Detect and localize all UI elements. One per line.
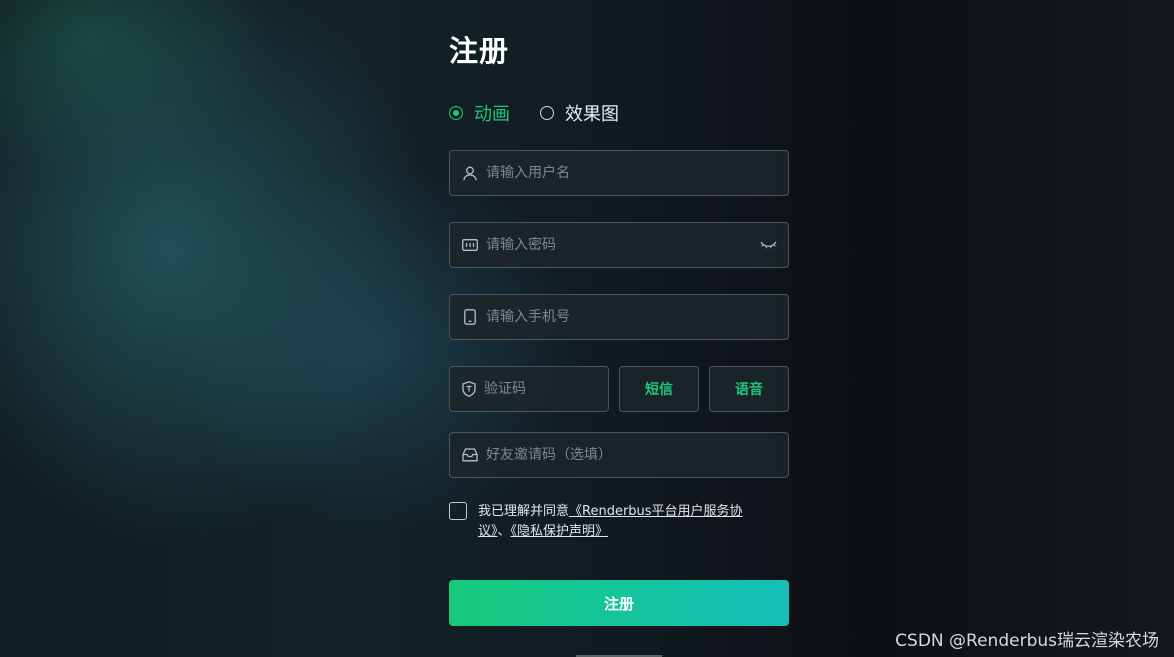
- username-field[interactable]: [449, 150, 789, 196]
- sms-code-button[interactable]: 短信: [619, 366, 699, 412]
- phone-icon: [462, 309, 478, 325]
- agreement-prefix: 我已理解并同意: [478, 504, 570, 519]
- agreement-separator: 、: [497, 524, 511, 539]
- phone-field[interactable]: [449, 294, 789, 340]
- password-field[interactable]: [449, 222, 789, 268]
- eye-closed-icon[interactable]: [760, 238, 778, 252]
- agreement-text: 我已理解并同意《Renderbus平台用户服务协议》、《隐私保护声明》: [478, 502, 768, 542]
- password-input[interactable]: [486, 237, 760, 253]
- register-button[interactable]: 注册: [449, 580, 789, 626]
- invite-code-field[interactable]: [449, 432, 789, 478]
- watermark: CSDN @Renderbus瑞云渲染农场: [895, 631, 1159, 651]
- shield-icon: [462, 381, 476, 397]
- mailbox-icon: [462, 447, 478, 463]
- agreement-row: 我已理解并同意《Renderbus平台用户服务协议》、《隐私保护声明》: [449, 502, 768, 542]
- username-input[interactable]: [486, 165, 788, 181]
- render-type-radio-group: 动画 效果图: [449, 100, 649, 126]
- radio-animation[interactable]: 动画: [449, 100, 510, 126]
- radio-rendering[interactable]: 效果图: [540, 100, 619, 126]
- phone-input[interactable]: [486, 309, 788, 325]
- voice-code-button[interactable]: 语音: [709, 366, 789, 412]
- radio-rendering-label[interactable]: 效果图: [565, 100, 619, 126]
- radio-animation-label[interactable]: 动画: [474, 100, 510, 126]
- privacy-link[interactable]: 《隐私保护声明》: [511, 524, 609, 539]
- invite-code-input[interactable]: [486, 447, 788, 463]
- password-icon: [462, 237, 478, 253]
- user-icon: [462, 165, 478, 181]
- page-title: 注册: [449, 34, 510, 68]
- code-field[interactable]: [449, 366, 658, 412]
- radio-rendering-indicator[interactable]: [540, 106, 554, 120]
- radio-animation-indicator[interactable]: [449, 106, 463, 120]
- agreement-checkbox[interactable]: [449, 502, 467, 520]
